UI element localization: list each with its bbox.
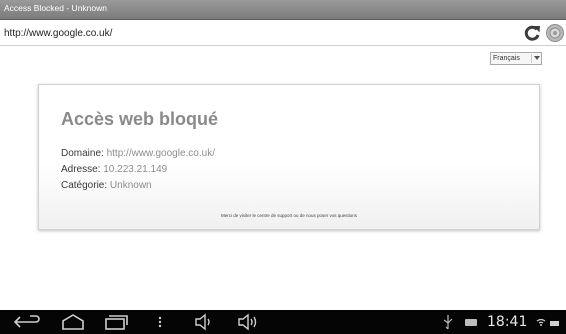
domain-value: http://www.google.co.uk/: [106, 148, 215, 159]
category-label: Catégorie:: [61, 180, 108, 191]
domain-label: Domaine:: [61, 148, 104, 159]
reload-icon: [524, 25, 540, 41]
category-value: Unknown: [109, 180, 152, 191]
volume-down-icon[interactable]: [193, 313, 215, 331]
address-value: 10.223.21.149: [103, 164, 168, 175]
language-selected: Français: [493, 55, 520, 62]
page-title: Accès web bloqué: [61, 109, 219, 129]
notification-icon: [465, 319, 477, 326]
clock: 18:41: [487, 314, 528, 330]
recent-apps-icon[interactable]: [103, 313, 129, 331]
address-bar: [0, 20, 566, 46]
domain-row: Domaine: http://www.google.co.uk/: [61, 148, 215, 159]
volume-up-icon[interactable]: [236, 313, 260, 331]
reload-button[interactable]: [522, 23, 542, 43]
window-title: Access Blocked - Unknown: [4, 3, 107, 13]
home-icon[interactable]: [60, 313, 86, 331]
title-bar: Access Blocked - Unknown: [0, 0, 566, 20]
address-label: Adresse:: [61, 164, 101, 175]
address-row: Adresse: 10.223.21.149: [61, 164, 167, 175]
wifi-icon: [536, 318, 546, 326]
settings-button[interactable]: [545, 23, 565, 43]
system-nav-bar: 18:41: [0, 310, 566, 334]
battery-icon: [550, 321, 559, 326]
chevron-down-icon: [531, 54, 540, 63]
url-input[interactable]: [4, 24, 516, 42]
back-icon[interactable]: [14, 313, 42, 331]
language-select[interactable]: Français: [490, 52, 542, 65]
support-text[interactable]: Merci de visiter le centre de support ou…: [39, 213, 539, 218]
access-blocked-panel: Accès web bloqué Domaine: http://www.goo…: [38, 84, 540, 230]
menu-icon[interactable]: [155, 313, 165, 331]
settings-icon: [546, 24, 564, 42]
screen: Access Blocked - Unknown Français Accès …: [0, 0, 566, 334]
usb-icon: [443, 315, 453, 330]
category-row: Catégorie: Unknown: [61, 180, 152, 191]
